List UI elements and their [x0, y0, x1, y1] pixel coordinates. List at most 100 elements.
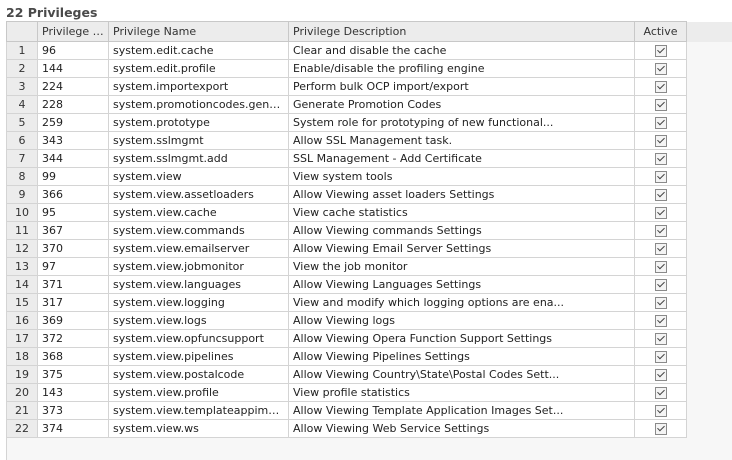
active-checkbox[interactable] — [654, 387, 667, 399]
active-cell — [634, 59, 687, 78]
active-checkbox[interactable] — [654, 117, 667, 129]
privilege-name-cell: system.view.opfuncsupport — [108, 329, 289, 348]
active-checkbox[interactable] — [654, 189, 667, 201]
privilege-id-cell: 371 — [37, 275, 109, 294]
privilege-description-cell: Allow Viewing Email Server Settings — [288, 239, 635, 258]
privilege-name-cell: system.prototype — [108, 113, 289, 132]
active-checkbox[interactable] — [654, 135, 667, 147]
privilege-description-cell: Allow SSL Management task. — [288, 131, 635, 150]
row-filler — [686, 95, 732, 114]
privilege-description-cell: Allow Viewing Pipelines Settings — [288, 347, 635, 366]
column-header-privilege-description[interactable]: Privilege Description — [288, 21, 635, 42]
grid-empty-area — [6, 438, 732, 460]
privilege-description-cell: Allow Viewing Opera Function Support Set… — [288, 329, 635, 348]
privilege-description-cell: Generate Promotion Codes — [288, 95, 635, 114]
row-number-cell: 13 — [6, 257, 38, 276]
active-checkbox[interactable] — [654, 423, 667, 435]
row-filler — [686, 383, 732, 402]
active-checkbox[interactable] — [654, 261, 667, 273]
privilege-id-cell: 144 — [37, 59, 109, 78]
privilege-name-cell: system.sslmgmt — [108, 131, 289, 150]
row-filler — [686, 113, 732, 132]
active-cell — [634, 329, 687, 348]
active-checkbox[interactable] — [654, 99, 667, 111]
privilege-id-cell: 96 — [37, 41, 109, 60]
table-row[interactable]: 19 375 system.view.postalcode Allow Viewing… — [6, 365, 732, 384]
active-checkbox[interactable] — [654, 405, 667, 417]
privilege-name-cell: system.view.logging — [108, 293, 289, 312]
row-number-cell: 18 — [6, 347, 38, 366]
table-row[interactable]: 2 144 system.edit.profile Enable/disable th… — [6, 59, 732, 78]
active-checkbox[interactable] — [654, 279, 667, 291]
table-row[interactable]: 7 344 system.sslmgmt.add SSL Management - A… — [6, 149, 732, 168]
privilege-id-cell: 143 — [37, 383, 109, 402]
privilege-id-cell: 317 — [37, 293, 109, 312]
active-checkbox[interactable] — [654, 369, 667, 381]
row-filler — [686, 257, 732, 276]
active-checkbox[interactable] — [654, 171, 667, 183]
active-cell — [634, 95, 687, 114]
table-row[interactable]: 3 224 system.importexport Perform bulk OCP … — [6, 77, 732, 96]
active-checkbox[interactable] — [654, 333, 667, 345]
privilege-id-cell: 368 — [37, 347, 109, 366]
active-cell — [634, 365, 687, 384]
privilege-description-cell: Allow Viewing Country\State\Postal Codes… — [288, 365, 635, 384]
column-header-privilege-name[interactable]: Privilege Name — [108, 21, 289, 42]
privilege-id-cell: 369 — [37, 311, 109, 330]
active-cell — [634, 275, 687, 294]
table-row[interactable]: 11 367 system.view.commands Allow Viewing c… — [6, 221, 732, 240]
privilege-description-cell: View and modify which logging options ar… — [288, 293, 635, 312]
table-row[interactable]: 17 372 system.view.opfuncsupport Allow View… — [6, 329, 732, 348]
table-row[interactable]: 15 317 system.view.logging View and modify … — [6, 293, 732, 312]
table-row[interactable]: 16 369 system.view.logs Allow Viewing logs — [6, 311, 732, 330]
table-row[interactable]: 4 228 system.promotioncodes.generate Genera… — [6, 95, 732, 114]
active-checkbox[interactable] — [654, 225, 667, 237]
active-checkbox[interactable] — [654, 81, 667, 93]
table-row[interactable]: 22 374 system.view.ws Allow Viewing Web Ser… — [6, 419, 732, 438]
active-checkbox[interactable] — [654, 207, 667, 219]
row-number-cell: 9 — [6, 185, 38, 204]
column-header-active[interactable]: Active — [634, 21, 687, 42]
table-row[interactable]: 20 143 system.view.profile View profile sta… — [6, 383, 732, 402]
privilege-description-cell: Allow Viewing commands Settings — [288, 221, 635, 240]
table-row[interactable]: 8 99 system.view View system tools — [6, 167, 732, 186]
table-row[interactable]: 21 373 system.view.templateappimages Allow … — [6, 401, 732, 420]
column-header-privilege-id[interactable]: Privilege ID — [37, 21, 109, 42]
privileges-table: Privilege ID Privilege Name Privilege De… — [6, 21, 732, 438]
active-checkbox[interactable] — [654, 45, 667, 57]
table-row[interactable]: 10 95 system.view.cache View cache statisti… — [6, 203, 732, 222]
active-checkbox[interactable] — [654, 63, 667, 75]
privilege-name-cell: system.view.assetloaders — [108, 185, 289, 204]
active-checkbox[interactable] — [654, 153, 667, 165]
row-filler — [686, 401, 732, 420]
row-number-cell: 15 — [6, 293, 38, 312]
active-cell — [634, 77, 687, 96]
row-number-cell: 19 — [6, 365, 38, 384]
table-row[interactable]: 13 97 system.view.jobmonitor View the job m… — [6, 257, 732, 276]
active-checkbox[interactable] — [654, 243, 667, 255]
row-filler — [686, 311, 732, 330]
table-row[interactable]: 6 343 system.sslmgmt Allow SSL Management t… — [6, 131, 732, 150]
table-row[interactable]: 9 366 system.view.assetloaders Allow Viewin… — [6, 185, 732, 204]
active-cell — [634, 311, 687, 330]
table-row[interactable]: 12 370 system.view.emailserver Allow Viewin… — [6, 239, 732, 258]
row-number-cell: 5 — [6, 113, 38, 132]
row-filler — [686, 77, 732, 96]
table-row[interactable]: 1 96 system.edit.cache Clear and disable th… — [6, 41, 732, 60]
active-checkbox[interactable] — [654, 351, 667, 363]
privilege-id-cell: 375 — [37, 365, 109, 384]
active-cell — [634, 239, 687, 258]
active-cell — [634, 41, 687, 60]
privilege-name-cell: system.view.pipelines — [108, 347, 289, 366]
privilege-id-cell: 228 — [37, 95, 109, 114]
active-checkbox[interactable] — [654, 315, 667, 327]
table-row[interactable]: 18 368 system.view.pipelines Allow Viewing … — [6, 347, 732, 366]
table-row[interactable]: 5 259 system.prototype System role for prot… — [6, 113, 732, 132]
table-row[interactable]: 14 371 system.view.languages Allow Viewing … — [6, 275, 732, 294]
privileges-grid: Privilege ID Privilege Name Privilege De… — [6, 21, 732, 460]
active-checkbox[interactable] — [654, 297, 667, 309]
privilege-name-cell: system.view.languages — [108, 275, 289, 294]
privilege-id-cell: 373 — [37, 401, 109, 420]
active-cell — [634, 347, 687, 366]
row-filler — [686, 59, 732, 78]
